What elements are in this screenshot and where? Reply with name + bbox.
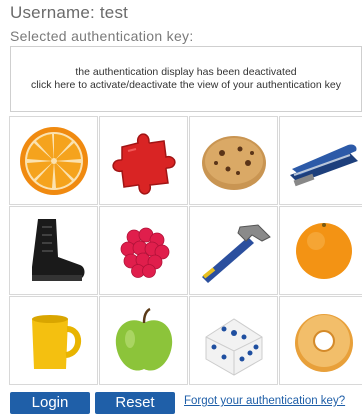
login-button[interactable]: Login [10,392,90,414]
auth-display-toggle[interactable]: the authentication display has been deac… [10,46,362,112]
grid-cell-raspberry[interactable] [99,206,188,295]
raspberry-icon [120,227,170,278]
auth-display-toggle-text: click here to activate/deactivate the vi… [31,79,341,91]
forgot-key-link[interactable]: Forgot your authentication key? [184,395,345,407]
orange-icon [296,223,352,279]
grid-cell-apple[interactable] [99,296,188,385]
hammer-icon [202,224,271,283]
stapler-icon [290,144,358,187]
selected-key-label: Selected authentication key: [10,28,194,44]
grid-cell-hammer[interactable] [189,206,278,295]
grid-cell-boot[interactable] [9,206,98,295]
grid-cell-orange[interactable] [279,206,362,295]
orange-slice-icon [20,127,88,195]
apple-icon [115,307,173,371]
grid-cell-puzzle[interactable] [99,116,188,205]
donut-icon [295,314,353,372]
dice-icon [205,318,263,376]
grid-cell-orange-slice[interactable] [9,116,98,205]
puzzle-piece-icon [112,133,176,195]
grid-cell-cookie[interactable] [189,116,278,205]
grid-cell-stapler[interactable] [279,116,362,205]
cookie-icon [202,136,266,190]
grid-cell-mug[interactable] [9,296,98,385]
auth-display-status-text: the authentication display has been deac… [75,66,297,78]
grid-cell-dice[interactable] [189,296,278,385]
reset-button[interactable]: Reset [95,392,175,414]
boot-icon [32,219,85,281]
mug-icon [32,315,82,369]
grid-cell-donut[interactable] [279,296,362,385]
username-label: Username: test [10,3,129,22]
